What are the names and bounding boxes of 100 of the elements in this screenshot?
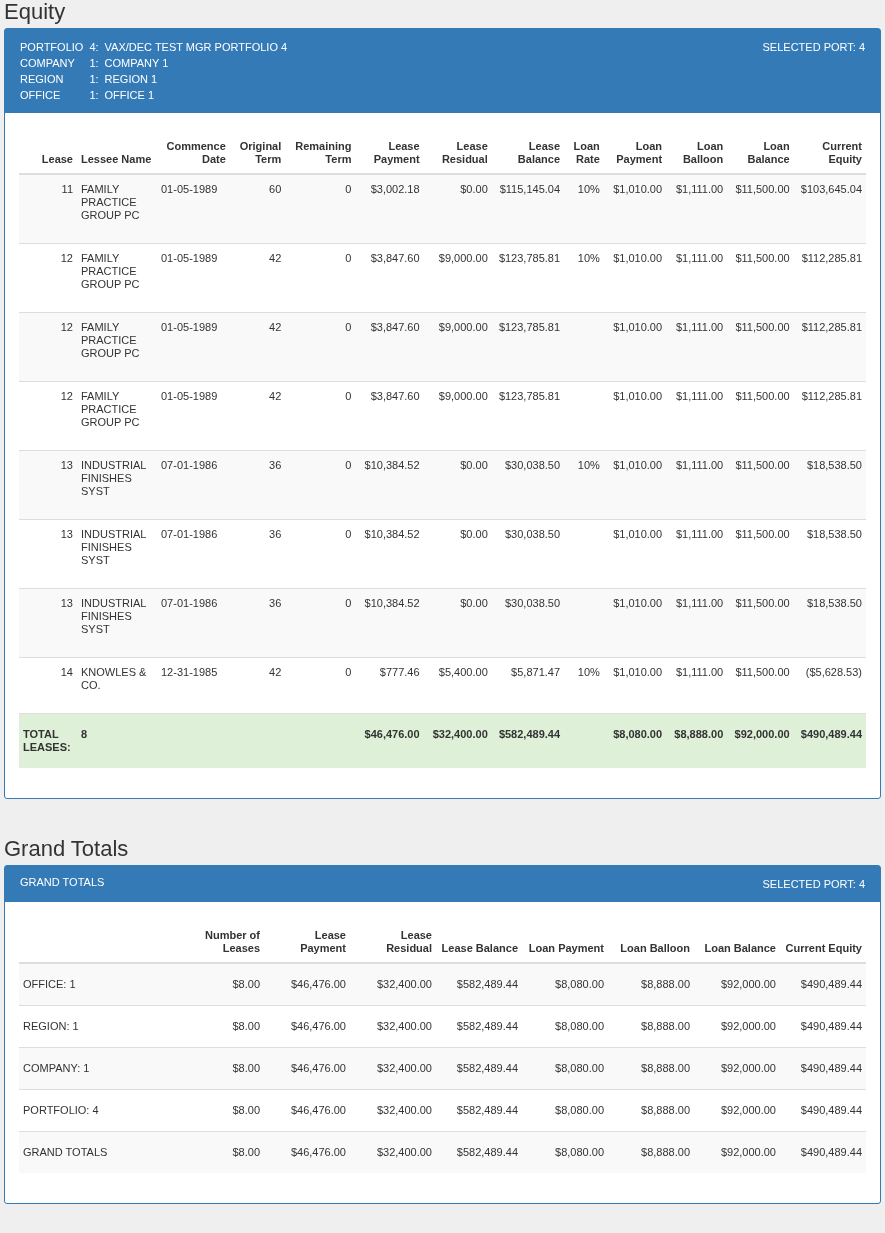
table-cell: $0.00: [423, 174, 492, 244]
table-cell: $8,080.00: [522, 963, 608, 1006]
selected-port: SELECTED PORT: 4: [762, 877, 865, 892]
table-cell: $32,400.00: [350, 1047, 436, 1090]
table-cell: $32,400.00: [350, 963, 436, 1006]
table-cell: $1,111.00: [666, 312, 728, 382]
table-cell: 0: [285, 450, 356, 520]
info-value: OFFICE 1: [104, 88, 156, 103]
table-cell: $112,285.81: [793, 312, 866, 382]
table-cell: 36: [229, 588, 286, 658]
table-cell: 01-05-1989: [157, 174, 230, 244]
total-cell: TOTAL LEASES:: [19, 713, 77, 768]
table-cell: 36: [229, 450, 286, 520]
table-cell: 11: [19, 174, 77, 244]
table-cell: $8.00: [178, 963, 264, 1006]
info-value: REGION 1: [104, 72, 159, 87]
table-cell: $1,010.00: [603, 174, 667, 244]
table-cell: $1,010.00: [603, 450, 667, 520]
table-cell: $103,645.04: [793, 174, 866, 244]
table-cell: COMPANY: 1: [19, 1047, 178, 1090]
table-cell: 42: [229, 312, 286, 382]
table-cell: 10%: [564, 450, 604, 520]
table-cell: $18,538.50: [793, 450, 866, 520]
table-cell: $10,384.52: [355, 588, 424, 658]
table-cell: 10%: [564, 174, 604, 244]
table-cell: $46,476.00: [264, 1047, 350, 1090]
table-cell: $582,489.44: [436, 1131, 522, 1173]
table-cell: $8,888.00: [608, 1047, 694, 1090]
table-cell: OFFICE: 1: [19, 963, 178, 1006]
table-cell: $8,888.00: [608, 963, 694, 1006]
info-number: 1:: [89, 88, 99, 103]
table-cell: $1,111.00: [666, 450, 728, 520]
table-cell: $46,476.00: [264, 1131, 350, 1173]
info-label: REGION: [20, 72, 65, 87]
table-cell: $9,000.00: [423, 312, 492, 382]
table-cell: 0: [285, 588, 356, 658]
table-cell: $30,038.50: [491, 588, 565, 658]
table-cell: $3,002.18: [355, 174, 424, 244]
info-number: 1:: [89, 72, 99, 87]
info-label: COMPANY: [20, 56, 76, 71]
table-cell: $18,538.50: [793, 588, 866, 658]
table-cell: GRAND TOTALS: [19, 1131, 178, 1173]
total-cell: $8,888.00: [666, 713, 728, 768]
info-label: PORTFOLIO: [20, 40, 84, 55]
table-cell: $1,010.00: [603, 312, 667, 382]
table-cell: $11,500.00: [727, 174, 794, 244]
table-cell: 0: [285, 174, 356, 244]
info-value: COMPANY 1: [104, 56, 170, 71]
table-cell: $490,489.44: [780, 1047, 866, 1090]
table-cell: $123,785.81: [491, 312, 565, 382]
table-cell: 0: [285, 312, 356, 382]
table-cell: $10,384.52: [355, 450, 424, 520]
table-cell: INDUSTRIAL FINISHES SYST: [77, 588, 157, 658]
total-cell: $490,489.44: [793, 713, 866, 768]
table-cell: $1,111.00: [666, 174, 728, 244]
panel-heading: GRAND TOTALS: [20, 876, 105, 888]
total-cell: $582,489.44: [491, 713, 565, 768]
table-cell: $490,489.44: [780, 1131, 866, 1173]
info-value: VAX/DEC TEST MGR PORTFOLIO 4: [104, 40, 288, 55]
total-cell: $46,476.00: [355, 713, 424, 768]
table-cell: 12: [19, 312, 77, 382]
info-number: 1:: [89, 56, 99, 71]
table-cell: $11,500.00: [727, 588, 794, 658]
table-cell: 13: [19, 588, 77, 658]
table-cell: $8,888.00: [608, 1131, 694, 1173]
table-cell: $11,500.00: [727, 312, 794, 382]
table-cell: $11,500.00: [727, 450, 794, 520]
table-cell: $8.00: [178, 1047, 264, 1090]
table-cell: $8.00: [178, 1131, 264, 1173]
section-title: Equity: [4, 0, 67, 26]
table-cell: 07-01-1986: [157, 450, 230, 520]
table-cell: $30,038.50: [491, 450, 565, 520]
table-cell: $92,000.00: [694, 963, 780, 1006]
table-cell: $0.00: [423, 450, 492, 520]
table-cell: $582,489.44: [436, 963, 522, 1006]
table-cell: 07-01-1986: [157, 588, 230, 658]
table-cell: $1,010.00: [603, 588, 667, 658]
table-cell: $32,400.00: [350, 1131, 436, 1173]
table-cell: $92,000.00: [694, 1131, 780, 1173]
total-cell: 8: [77, 713, 157, 768]
table-cell: $0.00: [423, 588, 492, 658]
table-cell: 60: [229, 174, 286, 244]
table-cell: $8,080.00: [522, 1047, 608, 1090]
section-title: Grand Totals: [4, 837, 130, 863]
table-cell: $8,080.00: [522, 1131, 608, 1173]
table-cell: $582,489.44: [436, 1047, 522, 1090]
info-number: 4:: [89, 40, 99, 55]
table-cell: FAMILY PRACTICE GROUP PC: [77, 312, 157, 382]
table-cell: $115,145.04: [491, 174, 565, 244]
table-cell: FAMILY PRACTICE GROUP PC: [77, 174, 157, 244]
table-cell: $46,476.00: [264, 963, 350, 1006]
table-cell: $3,847.60: [355, 312, 424, 382]
selected-port: SELECTED PORT: 4: [762, 40, 865, 55]
info-label: OFFICE: [20, 88, 62, 103]
table-cell: $490,489.44: [780, 963, 866, 1006]
total-cell: $8,080.00: [603, 713, 667, 768]
total-cell: $32,400.00: [423, 713, 492, 768]
table-cell: $1,111.00: [666, 588, 728, 658]
table-cell: 13: [19, 450, 77, 520]
table-cell: 01-05-1989: [157, 312, 230, 382]
